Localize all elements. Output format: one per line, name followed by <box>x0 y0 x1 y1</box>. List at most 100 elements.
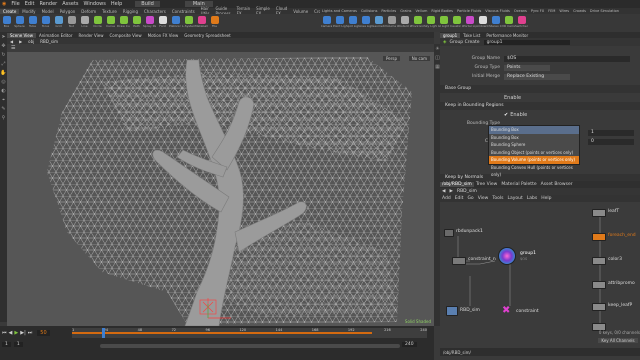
rbd-sim-node[interactable] <box>446 306 458 316</box>
group-type-menu[interactable]: Points <box>504 64 550 71</box>
shelf-tool-14[interactable]: L-System <box>182 14 195 32</box>
shelf-tab-5[interactable]: Texture <box>99 9 120 14</box>
tab-take-list[interactable]: Take List <box>460 33 483 38</box>
menu-help[interactable]: Help <box>111 1 122 7</box>
shelf-tab-8[interactable]: Constraints <box>169 9 198 14</box>
shelf2-tool-9[interactable]: GI Light <box>437 14 450 32</box>
pose-tool-icon[interactable]: ◎ <box>0 77 7 86</box>
initial-merge-menu[interactable]: Replace Existing <box>504 73 570 80</box>
bbox-option-sphere[interactable]: Bounding Sphere <box>489 141 579 149</box>
range-slider[interactable] <box>100 344 400 348</box>
shelf2-tab-3[interactable]: Grains <box>398 9 413 13</box>
shelf2-tab-11[interactable]: Wires <box>557 9 571 13</box>
base-group-section[interactable]: Base Group <box>440 85 640 93</box>
shelf2-tab-4[interactable]: Vellum <box>414 9 430 13</box>
size-field[interactable]: 1 <box>588 129 634 136</box>
shelf2-tool-4[interactable]: Geometry Light <box>372 14 385 32</box>
play-icon[interactable]: ▶ <box>14 330 18 336</box>
shelf-tab-1[interactable]: Modify <box>19 9 38 14</box>
shelf2-tool-1[interactable]: Point Light <box>333 14 346 32</box>
timeline-bar[interactable]: 1 24 48 72 96 120 144 168 192 216 240 <box>72 328 427 338</box>
bbox-option-box[interactable]: Bounding Box <box>489 134 579 142</box>
shelf2-tool-15[interactable]: Switcher <box>515 14 528 32</box>
step-back-icon[interactable]: ◀ <box>9 330 13 336</box>
attribpromote-node[interactable] <box>592 281 606 289</box>
shelf2-tab-8[interactable]: Oceans <box>512 9 529 13</box>
tab-motion-fx-view[interactable]: Motion FX View <box>145 33 182 38</box>
viewport-canvas[interactable] <box>7 52 434 326</box>
bbox-option-object[interactable]: Bounding Object (points or vertices only… <box>489 149 579 157</box>
leaft-node[interactable] <box>592 209 606 217</box>
menu-file[interactable]: File <box>11 1 19 7</box>
tab-performance-monitor[interactable]: Performance Monitor <box>483 33 531 38</box>
persp-menu[interactable]: Persp <box>383 56 400 61</box>
view-tool-icon[interactable]: ◐ <box>0 86 7 95</box>
shelf2-tab-10[interactable]: FEM <box>546 9 557 13</box>
keep-bbox-section[interactable]: Keep in Bounding Regions <box>440 102 640 110</box>
shelf2-tab-12[interactable]: Crowds <box>571 9 588 13</box>
shelf-tool-8[interactable]: Curve <box>104 14 117 32</box>
shelf2-tool-8[interactable]: Sky Light <box>424 14 437 32</box>
color-node[interactable] <box>592 257 606 265</box>
tab-group1[interactable]: group1 <box>440 32 461 38</box>
display-options-icon[interactable]: ☰ <box>11 45 15 51</box>
group-name-field[interactable]: $OS <box>504 55 630 62</box>
shelf-tool-4[interactable]: Grid <box>52 14 65 32</box>
shelf2-tool-13[interactable]: Stereo Camera <box>489 14 502 32</box>
node-name-field[interactable]: group1 <box>483 39 570 45</box>
paint-icon[interactable]: ✎ <box>0 104 7 113</box>
shelf2-tab-5[interactable]: Rigid Bodies <box>429 9 455 13</box>
shelf-tab-2[interactable]: Model <box>39 9 57 14</box>
start-frame-field[interactable]: 1 <box>2 342 11 347</box>
jump-end-icon[interactable]: ⏭ <box>28 330 33 336</box>
snap-icon[interactable]: ⌖ <box>0 95 7 104</box>
tab-scene-view[interactable]: Scene View <box>7 32 36 38</box>
shelf-tool-5[interactable]: Null <box>65 14 78 32</box>
shelf-tool-1[interactable]: Sphere <box>13 14 26 32</box>
step-forward-icon[interactable]: ▶| <box>20 330 26 336</box>
shelf-tool-12[interactable]: Font <box>156 14 169 32</box>
camera-menu[interactable]: No cam <box>408 56 430 61</box>
shelf-tool-2[interactable]: Tube <box>26 14 39 32</box>
rbdunpack-node[interactable] <box>444 229 454 237</box>
shelf2-tool-5[interactable]: Volume Light <box>385 14 398 32</box>
shelf-tool-15[interactable]: Metaball <box>195 14 208 32</box>
shelf2-tab-0[interactable]: Lights and Cameras <box>320 9 359 13</box>
constraint-node-icon[interactable]: ✖ <box>502 305 510 316</box>
tab-animation-editor[interactable]: Animation Editor <box>36 33 76 38</box>
tab-render-view[interactable]: Render View <box>75 33 106 38</box>
shelf-tab-4[interactable]: Deform <box>78 9 99 14</box>
group-node[interactable] <box>498 247 516 265</box>
shelf-tool-9[interactable]: Draw Curve <box>117 14 130 32</box>
shelf2-tab-9[interactable]: Pyro FX <box>529 9 546 13</box>
shelf2-tool-0[interactable]: Camera <box>320 14 333 32</box>
jump-start-icon[interactable]: ⏮ <box>2 330 7 336</box>
shelf-tool-7[interactable]: Circle <box>91 14 104 32</box>
shelf2-tab-1[interactable]: Collisions <box>359 9 379 13</box>
tab-geometry-spreadsheet[interactable]: Geometry Spreadsheet <box>181 33 233 38</box>
shelf2-tool-14[interactable]: VR Camera <box>502 14 515 32</box>
shelf-tool-11[interactable]: Spray Paint <box>143 14 156 32</box>
path-obj[interactable]: obj <box>25 39 37 44</box>
handle-tool-icon[interactable]: ✋ <box>0 68 7 77</box>
menu-render[interactable]: Render <box>39 1 57 7</box>
move-tool-icon[interactable]: ✥ <box>0 41 7 50</box>
menu-edit[interactable]: Edit <box>25 1 35 7</box>
shelf-tool-13[interactable]: Platonic Solids <box>169 14 182 32</box>
shelf2-tab-6[interactable]: Particle Fluids <box>455 9 483 13</box>
shelf2-tool-7[interactable]: Environment Light <box>411 14 424 32</box>
shelf2-tab-2[interactable]: Particles <box>379 9 398 13</box>
center-field[interactable]: 0 <box>588 138 634 145</box>
shelf-tool-0[interactable]: Box <box>0 14 13 32</box>
bounding-type-dropdown[interactable]: Bounding Box Bounding Box Bounding Spher… <box>488 125 580 177</box>
shelf2-tool-2[interactable]: Spot Light <box>346 14 359 32</box>
shelf2-tab-7[interactable]: Viscous Fluids <box>483 9 512 13</box>
back-icon[interactable]: ◀ <box>7 39 16 44</box>
shelf-tool-16[interactable]: File <box>208 14 221 32</box>
menu-assets[interactable]: Assets <box>62 1 78 7</box>
shelf2-tool-11[interactable]: Portal Light <box>463 14 476 32</box>
shelf-tab-14[interactable]: Volume <box>290 9 311 14</box>
build-selector[interactable]: Build <box>135 1 160 7</box>
end-frame-field[interactable]: 240 <box>402 342 417 347</box>
bbox-option-current[interactable]: Bounding Box <box>489 126 579 134</box>
